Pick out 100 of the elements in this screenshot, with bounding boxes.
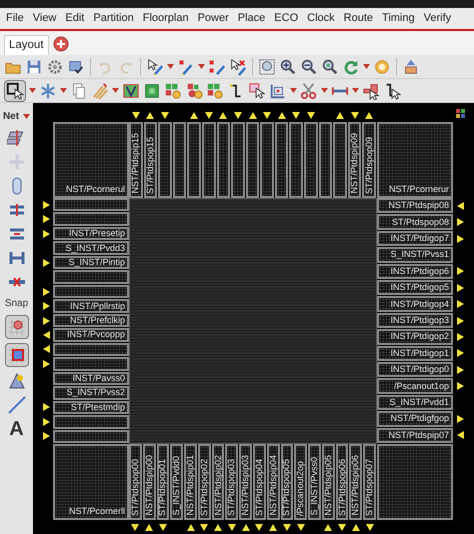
save-icon[interactable] <box>25 58 43 76</box>
pad-label: S_INST/Pintip <box>68 258 125 268</box>
zoom-fit-icon[interactable] <box>258 58 276 76</box>
ring-icon[interactable] <box>373 58 391 76</box>
pad-label: INST/Ptdigop3 <box>390 316 449 325</box>
pad-label: ST/Ptdspop15 <box>146 136 155 194</box>
pad-label: ST/Ptdspop06 <box>338 458 347 516</box>
box-pointer-icon[interactable] <box>248 82 266 100</box>
pad-label: NST/Ptdspip02 <box>214 455 223 516</box>
copy-icon[interactable] <box>70 82 88 100</box>
caret-icon[interactable] <box>167 64 174 69</box>
pointer-cross-icon[interactable] <box>229 58 247 76</box>
pad-label: NST/Ptdspip06 <box>351 455 360 516</box>
menu-item[interactable]: Place <box>238 10 266 27</box>
pen-crosses-icon[interactable] <box>208 58 226 76</box>
caret-icon[interactable] <box>112 88 119 93</box>
caret-icon[interactable] <box>60 88 67 93</box>
settings-icon[interactable] <box>46 58 64 76</box>
pointer-pen-icon[interactable] <box>146 58 164 76</box>
pad-label: ST/Ptdspop04 <box>254 458 264 516</box>
move-icon[interactable] <box>402 58 420 76</box>
pad-label: NST/Ptdspip05 <box>324 455 333 516</box>
menu-item[interactable]: Partition <box>93 10 134 27</box>
cells-icon[interactable] <box>185 82 203 100</box>
menu-item[interactable]: Route <box>344 10 374 27</box>
pad-label: ST/Ptdspop09 <box>364 136 374 194</box>
pad-label: /Pscanout2op <box>296 460 306 516</box>
menu-item[interactable]: Power <box>198 10 229 27</box>
zoom-out-icon[interactable] <box>300 58 318 76</box>
snowflake-icon[interactable] <box>39 82 57 100</box>
pad-label: NST/Ptdspip04 <box>268 455 278 516</box>
pad-label: ST/Ptdspop07 <box>365 458 374 516</box>
prism-icon[interactable] <box>6 371 26 391</box>
ruler-icon[interactable] <box>269 82 287 100</box>
caret-icon[interactable] <box>23 114 30 119</box>
menu-item[interactable]: Edit <box>65 10 84 27</box>
menu-item[interactable]: Floorplan <box>142 10 189 27</box>
pad-label: NST/Pcornerur <box>388 185 449 194</box>
pad-label: S_INST/Pvss1 <box>390 250 449 260</box>
pad-label: INST/Ppllrstip <box>70 302 125 311</box>
pad-label: INST/Pavss0 <box>72 374 125 383</box>
pad-label: INST/Ptdigop7 <box>390 234 449 243</box>
line-icon[interactable] <box>6 395 26 415</box>
cells-icon[interactable] <box>206 82 224 100</box>
pad-label: S_INST/Pvdd1 <box>389 398 449 407</box>
caret-icon[interactable] <box>198 64 205 69</box>
pad-label: NST/Prefclkip <box>70 316 125 325</box>
pad-label: NST/Ptdspip15 <box>131 133 140 194</box>
shape-pointer-icon[interactable] <box>362 82 380 100</box>
select-box-button[interactable] <box>4 80 26 102</box>
menu-item[interactable]: View <box>32 10 56 27</box>
pad-label: INST/Ptdigop6 <box>390 266 449 276</box>
select-box-icon <box>6 82 24 100</box>
grid-square-button[interactable] <box>4 343 28 367</box>
zoom-in-icon[interactable] <box>279 58 297 76</box>
pad-label: NST/Ptdspip03 <box>241 455 250 516</box>
pad-label: ST/Ptdspop01 <box>158 458 168 516</box>
caret-icon[interactable] <box>321 88 328 93</box>
pad-label: NST/Pcornerll <box>68 507 125 516</box>
layers-icon[interactable] <box>455 108 466 119</box>
square-icon[interactable] <box>143 82 161 100</box>
menu-item[interactable]: ECO <box>274 10 298 27</box>
pad-label: ST/Ptestmdip <box>70 402 125 412</box>
pad-label: NST/Ptdspip07 <box>388 430 449 440</box>
zoom-area-icon[interactable] <box>321 58 339 76</box>
pad-label: NST/Ptdspip01 <box>186 455 195 516</box>
caret-icon[interactable] <box>29 88 36 93</box>
pen-cross-icon[interactable] <box>177 58 195 76</box>
pad-label: NST/Ptdspip08 <box>388 201 449 210</box>
net-label: Net <box>2 110 20 124</box>
pad-label: INST/Ptdigop0 <box>390 365 449 374</box>
pad-label: ST/Ptdspop03 <box>227 458 236 516</box>
pad-label: NST/Ptdigfgop <box>390 414 449 424</box>
pad-label: ST/Ptdspop00 <box>130 458 140 516</box>
pad-label: /Pscanout1op <box>394 382 449 391</box>
cells-icon[interactable] <box>164 82 182 100</box>
pad-label: INST/Ptdigop5 <box>390 283 449 292</box>
menu-item[interactable]: Timing <box>382 10 415 27</box>
pad-label: ST/Ptdspop08 <box>392 218 449 227</box>
caret-icon[interactable] <box>352 88 359 93</box>
stripes-icon[interactable] <box>91 82 109 100</box>
layout-tab[interactable]: Layout <box>4 34 49 55</box>
grid-snap-button[interactable] <box>4 315 28 339</box>
menu-item[interactable]: File <box>6 10 24 27</box>
pad-label: S_INST/Pvdd0 <box>172 456 182 516</box>
pad-label: S_INST/Pvss2 <box>66 388 125 398</box>
pad-label: S_INST/Pvss0 <box>310 457 319 516</box>
pad-label: INST/Pvcoppp <box>66 330 125 340</box>
v-box-icon[interactable] <box>122 82 140 100</box>
text-tool[interactable]: A <box>9 419 24 439</box>
refresh-icon[interactable] <box>342 58 360 76</box>
caret-icon[interactable] <box>363 64 370 69</box>
pad-label: INST/Ptdigop2 <box>390 332 449 342</box>
caret-icon[interactable] <box>290 88 297 93</box>
grid-icon <box>6 317 26 337</box>
menu-item[interactable]: Clock <box>307 10 335 27</box>
menu-item[interactable]: Verify <box>424 10 452 27</box>
pad-label: NST/Pcornerul <box>66 185 125 194</box>
add-tab-icon[interactable] <box>52 36 69 52</box>
cut-icon[interactable] <box>300 82 318 100</box>
